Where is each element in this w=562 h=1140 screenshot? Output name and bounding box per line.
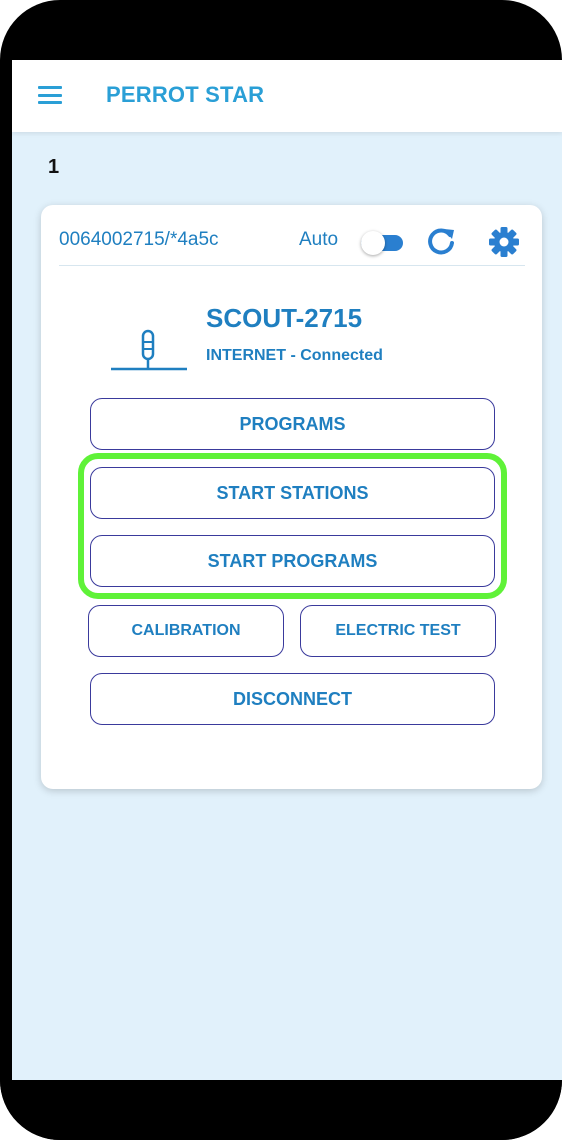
sensor-device-icon [111, 329, 187, 371]
auto-toggle[interactable] [361, 231, 403, 255]
refresh-icon[interactable] [425, 225, 457, 257]
calibration-button[interactable]: CALIBRATION [88, 605, 284, 657]
card-header: 0064002715/*4a5c Auto [59, 223, 525, 266]
toggle-knob [361, 231, 385, 255]
device-name: SCOUT-2715 [206, 303, 363, 333]
start-programs-button[interactable]: START PROGRAMS [90, 535, 495, 587]
bottom-bezel [0, 1080, 562, 1140]
start-stations-button[interactable]: START STATIONS [90, 467, 495, 519]
app-title: PERROT STAR [106, 82, 265, 107]
disconnect-button[interactable]: DISCONNECT [90, 673, 495, 725]
phone-frame: PERROT STAR 1 0064002715/*4a5c Auto SCOU… [0, 0, 562, 1140]
device-card: 0064002715/*4a5c Auto SCOUT-2715 INTERNE… [41, 205, 542, 789]
device-id: 0064002715/*4a5c [59, 229, 219, 250]
electric-test-button[interactable]: ELECTRIC TEST [300, 605, 496, 657]
auto-label: Auto [299, 229, 339, 250]
app-screen: PERROT STAR 1 0064002715/*4a5c Auto SCOU… [12, 60, 562, 1080]
hamburger-menu-icon[interactable] [38, 86, 62, 104]
programs-button[interactable]: PROGRAMS [90, 398, 495, 450]
page-number: 1 [48, 156, 60, 178]
connection-status: INTERNET - Connected [206, 347, 383, 364]
gear-icon[interactable] [487, 225, 521, 259]
app-bar: PERROT STAR [12, 60, 562, 132]
